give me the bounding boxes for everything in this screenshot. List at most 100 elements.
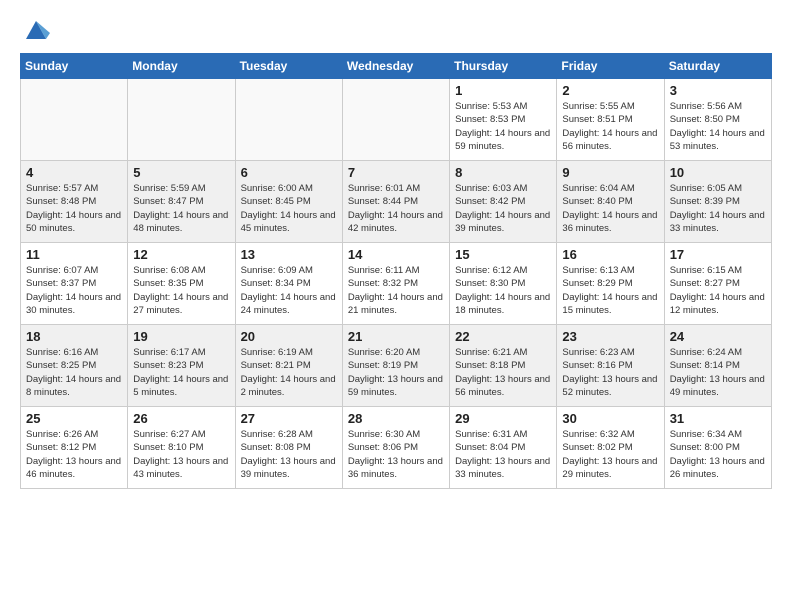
weekday-header-sunday: Sunday [21, 54, 128, 79]
day-info: Sunrise: 6:00 AMSunset: 8:45 PMDaylight:… [241, 182, 337, 235]
day-info: Sunrise: 6:24 AMSunset: 8:14 PMDaylight:… [670, 346, 766, 399]
header [20, 15, 772, 43]
day-info: Sunrise: 6:16 AMSunset: 8:25 PMDaylight:… [26, 346, 122, 399]
day-number: 14 [348, 247, 444, 262]
day-info: Sunrise: 6:07 AMSunset: 8:37 PMDaylight:… [26, 264, 122, 317]
day-number: 27 [241, 411, 337, 426]
day-info: Sunrise: 6:17 AMSunset: 8:23 PMDaylight:… [133, 346, 229, 399]
day-info: Sunrise: 6:15 AMSunset: 8:27 PMDaylight:… [670, 264, 766, 317]
day-number: 23 [562, 329, 658, 344]
day-number: 13 [241, 247, 337, 262]
day-number: 30 [562, 411, 658, 426]
day-info: Sunrise: 6:13 AMSunset: 8:29 PMDaylight:… [562, 264, 658, 317]
day-info: Sunrise: 6:19 AMSunset: 8:21 PMDaylight:… [241, 346, 337, 399]
day-number: 26 [133, 411, 229, 426]
day-info: Sunrise: 6:28 AMSunset: 8:08 PMDaylight:… [241, 428, 337, 481]
day-number: 16 [562, 247, 658, 262]
day-number: 1 [455, 83, 551, 98]
day-number: 10 [670, 165, 766, 180]
calendar-cell: 28 Sunrise: 6:30 AMSunset: 8:06 PMDayligh… [342, 407, 449, 489]
calendar-table: SundayMondayTuesdayWednesdayThursdayFrid… [20, 53, 772, 489]
day-number: 22 [455, 329, 551, 344]
day-info: Sunrise: 6:32 AMSunset: 8:02 PMDaylight:… [562, 428, 658, 481]
day-info: Sunrise: 5:56 AMSunset: 8:50 PMDaylight:… [670, 100, 766, 153]
calendar-cell: 26 Sunrise: 6:27 AMSunset: 8:10 PMDayligh… [128, 407, 235, 489]
week-row-4: 18 Sunrise: 6:16 AMSunset: 8:25 PMDayligh… [21, 325, 772, 407]
calendar-cell: 31 Sunrise: 6:34 AMSunset: 8:00 PMDayligh… [664, 407, 771, 489]
day-info: Sunrise: 6:04 AMSunset: 8:40 PMDaylight:… [562, 182, 658, 235]
day-info: Sunrise: 6:34 AMSunset: 8:00 PMDaylight:… [670, 428, 766, 481]
day-number: 12 [133, 247, 229, 262]
weekday-header-saturday: Saturday [664, 54, 771, 79]
calendar-cell: 15Sunrise: 6:12 AMSunset: 8:30 PMDayligh… [450, 243, 557, 325]
day-number: 5 [133, 165, 229, 180]
weekday-header-tuesday: Tuesday [235, 54, 342, 79]
day-info: Sunrise: 6:21 AMSunset: 8:18 PMDaylight:… [455, 346, 551, 399]
weekday-header-monday: Monday [128, 54, 235, 79]
calendar-cell: 22 Sunrise: 6:21 AMSunset: 8:18 PMDayligh… [450, 325, 557, 407]
day-number: 19 [133, 329, 229, 344]
day-number: 7 [348, 165, 444, 180]
day-number: 21 [348, 329, 444, 344]
day-info: Sunrise: 6:05 AMSunset: 8:39 PMDaylight:… [670, 182, 766, 235]
day-info: Sunrise: 6:26 AMSunset: 8:12 PMDaylight:… [26, 428, 122, 481]
week-row-1: 1Sunrise: 5:53 AMSunset: 8:53 PMDaylight… [21, 79, 772, 161]
day-info: Sunrise: 6:08 AMSunset: 8:35 PMDaylight:… [133, 264, 229, 317]
day-info: Sunrise: 5:55 AMSunset: 8:51 PMDaylight:… [562, 100, 658, 153]
day-number: 28 [348, 411, 444, 426]
weekday-header-wednesday: Wednesday [342, 54, 449, 79]
calendar-cell: 6Sunrise: 6:00 AMSunset: 8:45 PMDaylight… [235, 161, 342, 243]
calendar-cell: 7 Sunrise: 6:01 AMSunset: 8:44 PMDaylight… [342, 161, 449, 243]
day-number: 9 [562, 165, 658, 180]
day-number: 29 [455, 411, 551, 426]
calendar-cell: 1Sunrise: 5:53 AMSunset: 8:53 PMDaylight… [450, 79, 557, 161]
day-info: Sunrise: 6:09 AMSunset: 8:34 PMDaylight:… [241, 264, 337, 317]
day-number: 11 [26, 247, 122, 262]
calendar-cell [21, 79, 128, 161]
day-info: Sunrise: 6:30 AMSunset: 8:06 PMDaylight:… [348, 428, 444, 481]
weekday-header-row: SundayMondayTuesdayWednesdayThursdayFrid… [21, 54, 772, 79]
day-info: Sunrise: 5:57 AMSunset: 8:48 PMDaylight:… [26, 182, 122, 235]
calendar-cell: 2 Sunrise: 5:55 AMSunset: 8:51 PMDaylight… [557, 79, 664, 161]
calendar-cell: 8Sunrise: 6:03 AMSunset: 8:42 PMDaylight… [450, 161, 557, 243]
calendar-cell: 3 Sunrise: 5:56 AMSunset: 8:50 PMDaylight… [664, 79, 771, 161]
day-info: Sunrise: 6:23 AMSunset: 8:16 PMDaylight:… [562, 346, 658, 399]
day-info: Sunrise: 6:27 AMSunset: 8:10 PMDaylight:… [133, 428, 229, 481]
page: SundayMondayTuesdayWednesdayThursdayFrid… [0, 0, 792, 499]
day-number: 24 [670, 329, 766, 344]
day-number: 8 [455, 165, 551, 180]
calendar-cell: 5 Sunrise: 5:59 AMSunset: 8:47 PMDaylight… [128, 161, 235, 243]
calendar-cell: 12 Sunrise: 6:08 AMSunset: 8:35 PMDayligh… [128, 243, 235, 325]
week-row-3: 11 Sunrise: 6:07 AMSunset: 8:37 PMDayligh… [21, 243, 772, 325]
day-number: 17 [670, 247, 766, 262]
calendar-cell: 18 Sunrise: 6:16 AMSunset: 8:25 PMDayligh… [21, 325, 128, 407]
day-number: 18 [26, 329, 122, 344]
day-number: 3 [670, 83, 766, 98]
calendar-cell: 24 Sunrise: 6:24 AMSunset: 8:14 PMDayligh… [664, 325, 771, 407]
day-number: 15 [455, 247, 551, 262]
calendar-cell: 17 Sunrise: 6:15 AMSunset: 8:27 PMDayligh… [664, 243, 771, 325]
week-row-5: 25 Sunrise: 6:26 AMSunset: 8:12 PMDayligh… [21, 407, 772, 489]
calendar-cell [128, 79, 235, 161]
calendar-cell: 19 Sunrise: 6:17 AMSunset: 8:23 PMDayligh… [128, 325, 235, 407]
calendar-cell: 25 Sunrise: 6:26 AMSunset: 8:12 PMDayligh… [21, 407, 128, 489]
weekday-header-thursday: Thursday [450, 54, 557, 79]
calendar-cell: 29Sunrise: 6:31 AMSunset: 8:04 PMDayligh… [450, 407, 557, 489]
day-info: Sunrise: 6:01 AMSunset: 8:44 PMDaylight:… [348, 182, 444, 235]
calendar-cell: 13 Sunrise: 6:09 AMSunset: 8:34 PMDayligh… [235, 243, 342, 325]
calendar-cell [235, 79, 342, 161]
day-number: 31 [670, 411, 766, 426]
day-info: Sunrise: 6:11 AMSunset: 8:32 PMDaylight:… [348, 264, 444, 317]
day-number: 25 [26, 411, 122, 426]
calendar-cell: 23 Sunrise: 6:23 AMSunset: 8:16 PMDayligh… [557, 325, 664, 407]
calendar-cell: 30 Sunrise: 6:32 AMSunset: 8:02 PMDayligh… [557, 407, 664, 489]
day-info: Sunrise: 5:59 AMSunset: 8:47 PMDaylight:… [133, 182, 229, 235]
calendar-cell: 9 Sunrise: 6:04 AMSunset: 8:40 PMDaylight… [557, 161, 664, 243]
weekday-header-friday: Friday [557, 54, 664, 79]
calendar-cell [342, 79, 449, 161]
logo-icon [22, 15, 50, 43]
calendar-cell: 14 Sunrise: 6:11 AMSunset: 8:32 PMDayligh… [342, 243, 449, 325]
calendar-cell: 21Sunrise: 6:20 AMSunset: 8:19 PMDayligh… [342, 325, 449, 407]
calendar-cell: 10 Sunrise: 6:05 AMSunset: 8:39 PMDayligh… [664, 161, 771, 243]
day-number: 2 [562, 83, 658, 98]
